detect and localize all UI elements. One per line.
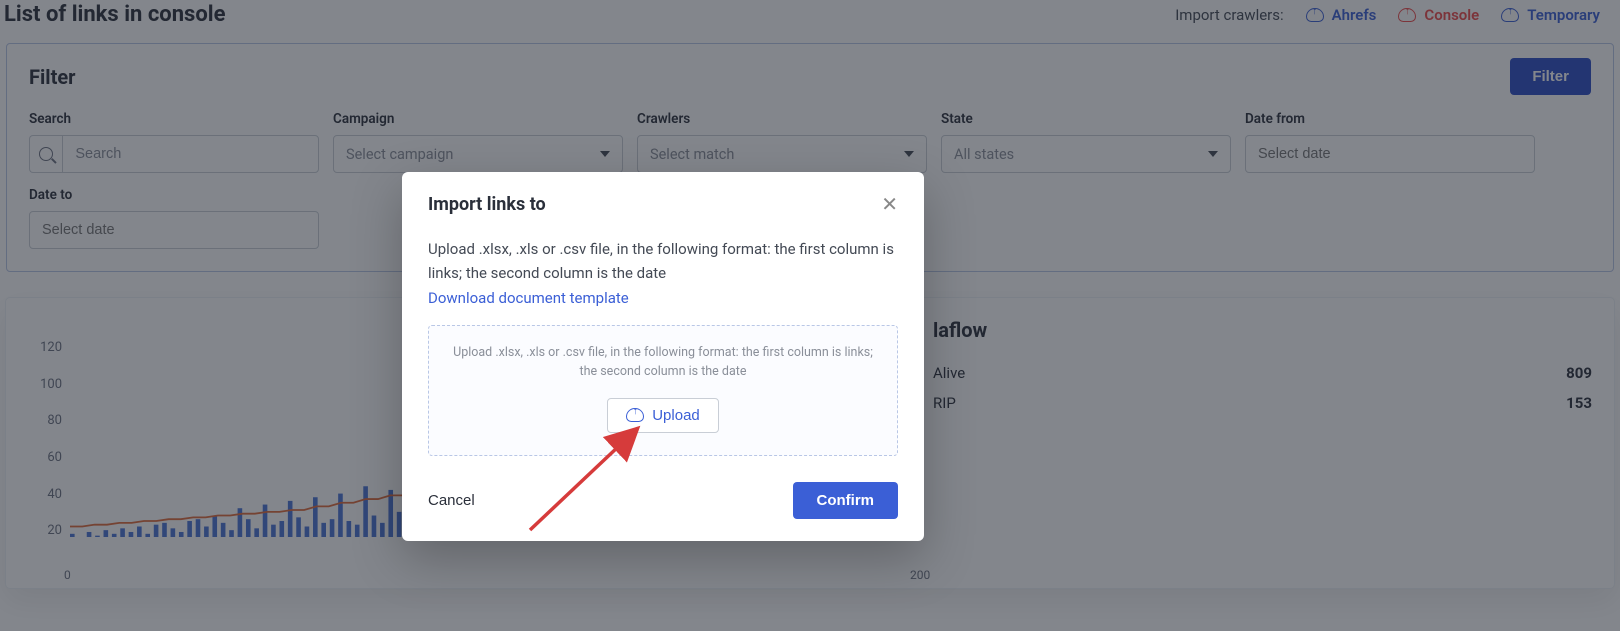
dropzone-hint: Upload .xlsx, .xls or .csv file, in the …	[445, 344, 881, 382]
confirm-button[interactable]: Confirm	[793, 482, 899, 519]
cloud-upload-icon	[626, 408, 644, 422]
upload-button-label: Upload	[652, 407, 700, 424]
annotation-arrow	[520, 435, 650, 549]
download-template-link[interactable]: Download document template	[428, 289, 629, 307]
modal-description: Upload .xlsx, .xls or .csv file, in the …	[428, 237, 898, 285]
import-modal: Import links to ✕ Upload .xlsx, .xls or …	[402, 172, 924, 541]
upload-button[interactable]: Upload	[607, 398, 719, 433]
upload-dropzone[interactable]: Upload .xlsx, .xls or .csv file, in the …	[428, 325, 898, 456]
modal-title: Import links to	[428, 194, 546, 215]
close-icon[interactable]: ✕	[881, 194, 898, 214]
cancel-button[interactable]: Cancel	[428, 492, 475, 509]
